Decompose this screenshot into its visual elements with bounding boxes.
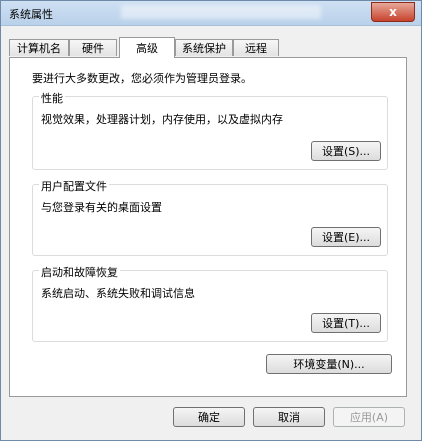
tab-advanced[interactable]: 高级 <box>119 37 175 58</box>
performance-group: 性能 视觉效果，处理器计划，内存使用，以及虚拟内存 设置(S)... <box>32 90 388 170</box>
ok-button[interactable]: 确定 <box>173 407 245 427</box>
startup-recovery-group: 启动和故障恢复 系统启动、系统失败和调试信息 设置(T)... <box>32 264 388 342</box>
tab-computer-name[interactable]: 计算机名 <box>9 39 69 56</box>
advanced-panel: 要进行大多数更改，您必须作为管理员登录。 性能 视觉效果，处理器计划，内存使用，… <box>9 57 407 397</box>
performance-title: 性能 <box>39 90 65 106</box>
user-profiles-title: 用户配置文件 <box>39 178 109 194</box>
tab-hardware[interactable]: 硬件 <box>69 39 117 56</box>
tab-system-protection[interactable]: 系统保护 <box>175 39 233 56</box>
performance-settings-button[interactable]: 设置(S)... <box>311 141 381 161</box>
admin-notice: 要进行大多数更改，您必须作为管理员登录。 <box>32 72 252 85</box>
tab-remote[interactable]: 远程 <box>233 39 279 56</box>
window-title: 系统属性 <box>9 8 53 21</box>
apply-button[interactable]: 应用(A) <box>333 407 405 427</box>
blurred-title-region <box>121 5 321 19</box>
user-profiles-group: 用户配置文件 与您登录有关的桌面设置 设置(E)... <box>32 178 388 256</box>
startup-recovery-description: 系统启动、系统失败和调试信息 <box>41 287 195 300</box>
close-icon: x <box>389 5 397 19</box>
startup-recovery-settings-button[interactable]: 设置(T)... <box>311 313 381 333</box>
title-bar[interactable]: 系统属性 x <box>1 1 421 26</box>
startup-recovery-title: 启动和故障恢复 <box>39 264 120 280</box>
user-profiles-settings-button[interactable]: 设置(E)... <box>311 227 381 247</box>
system-properties-dialog: 系统属性 x 计算机名 硬件 高级 系统保护 远程 要进行大多数更改，您必须作为… <box>0 0 422 441</box>
performance-description: 视觉效果，处理器计划，内存使用，以及虚拟内存 <box>41 113 283 126</box>
cancel-button[interactable]: 取消 <box>253 407 325 427</box>
environment-variables-button[interactable]: 环境变量(N)... <box>266 354 392 374</box>
user-profiles-description: 与您登录有关的桌面设置 <box>41 201 162 214</box>
close-button[interactable]: x <box>371 2 415 22</box>
